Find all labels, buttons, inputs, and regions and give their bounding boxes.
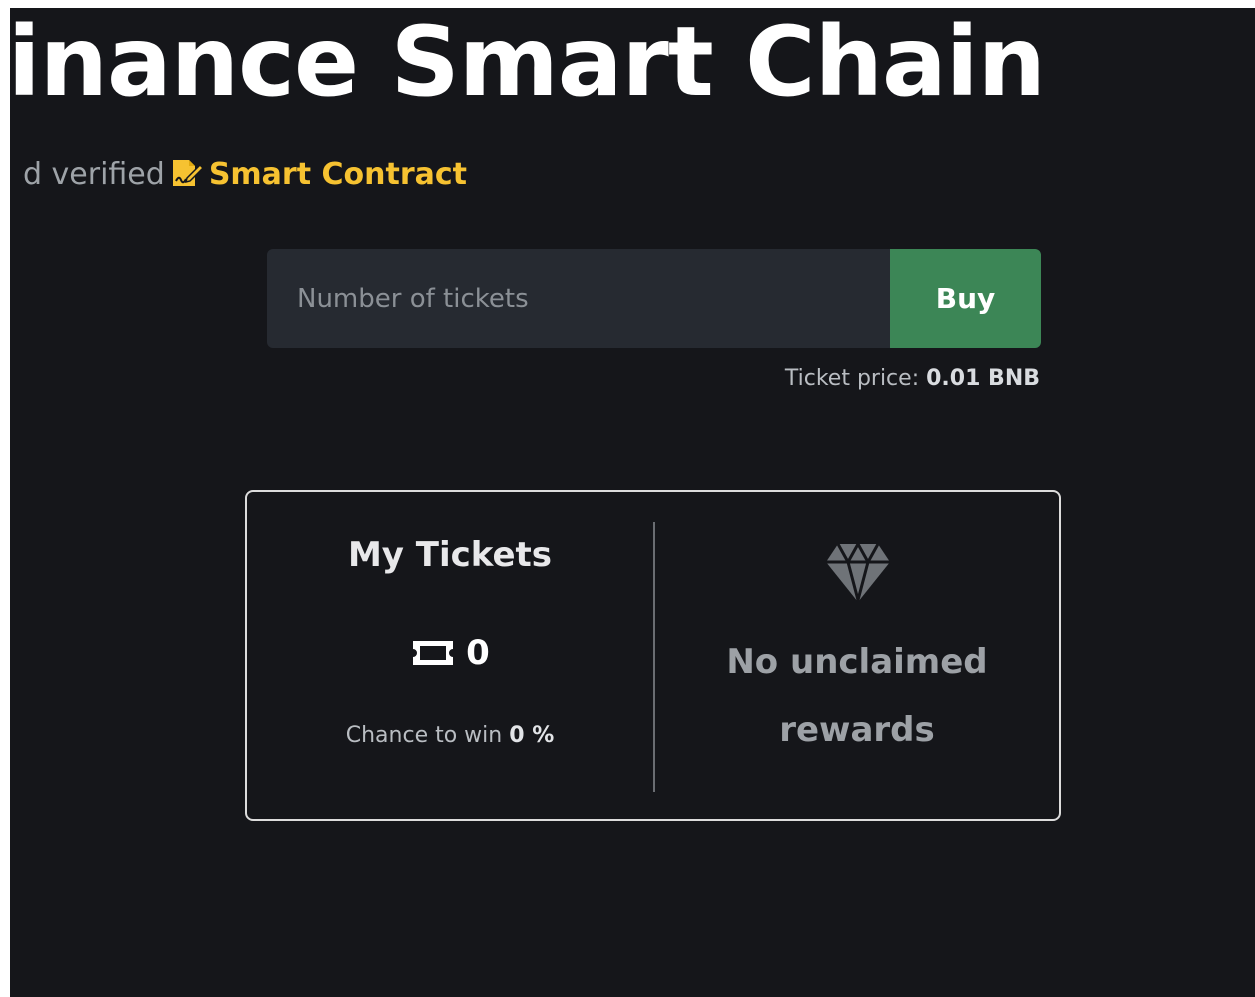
buy-button[interactable]: Buy [890,249,1041,348]
my-tickets-title: My Tickets [347,535,553,575]
smart-contract-link[interactable]: Smart Contract [209,157,467,192]
ticket-price-value: 0.01 BNB [926,366,1040,391]
ticket-count-row: 0 [247,628,653,678]
diamond-icon [826,542,890,604]
contract-signature-icon [172,160,204,186]
buy-form: Buy [267,249,1041,348]
hero-title: Binance Smart Chain [10,8,1046,118]
verified-text: d verified [22,157,165,192]
ticket-count: 0 [466,633,490,673]
ticket-count-input[interactable] [267,249,890,348]
tickets-card: My Tickets 0 Chance to win 0 % No unclai… [245,490,1061,821]
my-tickets-panel: My Tickets 0 Chance to win 0 % [247,492,653,819]
verified-line: d verified Smart Contract [10,155,467,195]
page: Binance Smart Chain d verified Smart Con… [10,8,1255,997]
ticket-price: Ticket price: 0.01 BNB [610,364,1040,394]
no-rewards-message: No unclaimed rewards [726,642,988,750]
ticket-price-label: Ticket price: [784,366,920,391]
chance-value: 0 % [509,723,555,748]
ticket-icon [413,641,454,665]
chance-to-win: Chance to win 0 % [247,720,653,752]
chance-label: Chance to win [345,723,503,748]
rewards-panel: No unclaimed rewards [655,492,1059,819]
